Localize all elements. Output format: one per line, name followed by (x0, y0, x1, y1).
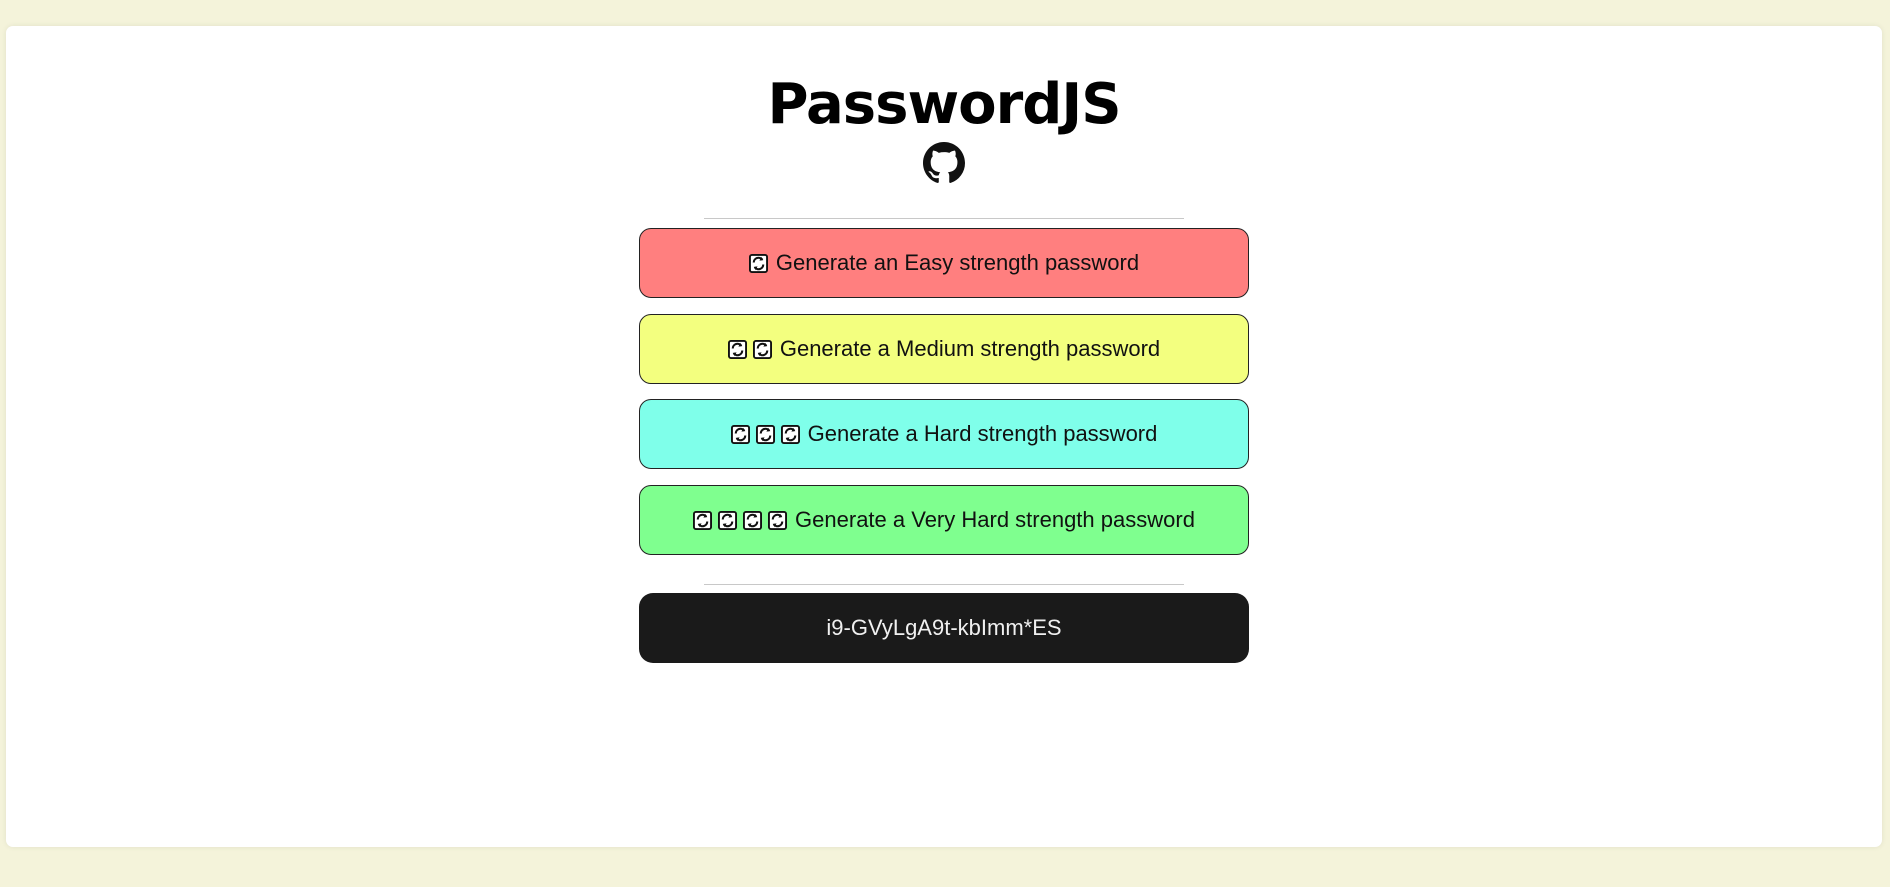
recycle-icon (693, 510, 713, 530)
hard-password-button[interactable]: Generate a Hard strength password (639, 399, 1249, 469)
page-title: PasswordJS (767, 72, 1121, 137)
recycle-icon (748, 253, 768, 273)
medium-button-label: Generate a Medium strength password (779, 336, 1161, 361)
recycle-icon (743, 510, 763, 530)
password-output[interactable]: i9-GVyLgA9t-kbImm*ES (639, 593, 1249, 663)
easy-button-label: Generate an Easy strength password (775, 250, 1140, 275)
easy-password-button[interactable]: Generate an Easy strength password (639, 228, 1249, 298)
very-hard-password-button[interactable]: Generate a Very Hard strength password (639, 485, 1249, 555)
recycle-icon (718, 510, 738, 530)
medium-password-button[interactable]: Generate a Medium strength password (639, 314, 1249, 384)
recycle-icon (755, 424, 775, 444)
recycle-icon (727, 339, 747, 359)
generated-password[interactable]: i9-GVyLgA9t-kbImm*ES (826, 615, 1061, 641)
main-card: PasswordJS Generate an Easy strength pas… (6, 26, 1882, 847)
recycle-icon (730, 424, 750, 444)
top-divider (704, 218, 1184, 219)
recycle-icon (780, 424, 800, 444)
hard-button-label: Generate a Hard strength password (807, 421, 1158, 446)
very-hard-button-label: Generate a Very Hard strength password (795, 507, 1195, 532)
recycle-icon (752, 339, 772, 359)
github-icon[interactable] (923, 142, 965, 184)
recycle-icon-group (748, 253, 768, 273)
recycle-icon-group (730, 424, 800, 444)
bottom-divider (704, 584, 1184, 585)
recycle-icon-group (727, 339, 772, 359)
recycle-icon-group (693, 510, 788, 530)
recycle-icon (768, 510, 788, 530)
